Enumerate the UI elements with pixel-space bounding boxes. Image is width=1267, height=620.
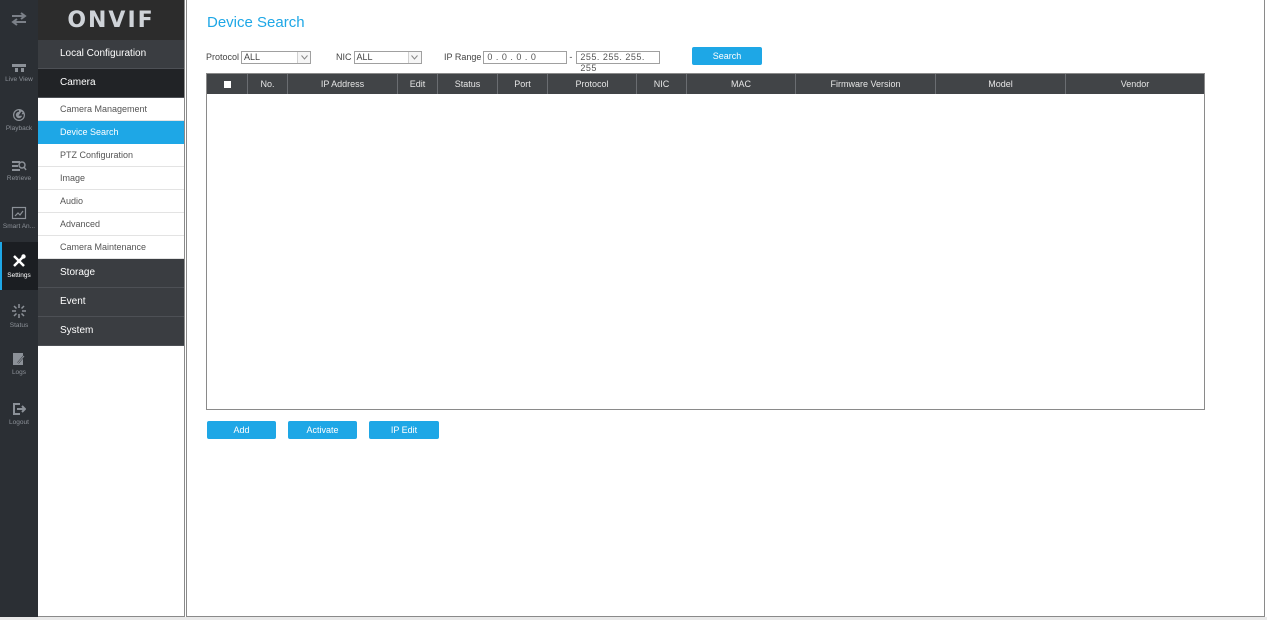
swap-arrows-icon[interactable] — [0, 0, 38, 38]
column-header: IP Address — [288, 74, 398, 94]
rail-item-logs[interactable]: Logs — [0, 340, 38, 388]
rail-item-live-view[interactable]: Live View — [0, 48, 38, 96]
rail-label: Status — [9, 322, 29, 329]
menu-ptz-configuration[interactable]: PTZ Configuration — [38, 144, 184, 167]
menu-camera-management[interactable]: Camera Management — [38, 98, 184, 121]
settings-sidebar: ONVIF Local Configuration Camera Camera … — [38, 0, 185, 617]
select-all-checkbox[interactable] — [207, 74, 248, 94]
column-header: Model — [936, 74, 1066, 94]
rail-item-logout[interactable]: Logout — [0, 390, 38, 438]
ip-edit-button[interactable]: IP Edit — [369, 421, 439, 439]
menu-local-configuration[interactable]: Local Configuration — [38, 40, 184, 69]
logs-icon — [13, 353, 25, 365]
table-body — [207, 94, 1204, 409]
rail-label: Logout — [9, 419, 29, 426]
menu-storage[interactable]: Storage — [38, 259, 184, 288]
playback-icon — [13, 109, 25, 121]
activate-button[interactable]: Activate — [288, 421, 357, 439]
status-spinner-icon — [12, 304, 26, 318]
settings-tools-icon — [13, 254, 26, 267]
protocol-select[interactable]: ALL — [241, 50, 312, 64]
chevron-down-icon — [407, 51, 421, 63]
rail-label: Playback — [5, 125, 33, 132]
add-button[interactable]: Add — [207, 421, 276, 439]
menu-device-search[interactable]: Device Search — [38, 121, 184, 144]
onvif-logo: ONVIF — [67, 7, 155, 33]
ip-range-separator: - — [569, 52, 573, 62]
table-header: No. IP Address Edit Status Port Protocol… — [207, 74, 1204, 94]
menu-camera-maintenance[interactable]: Camera Maintenance — [38, 236, 184, 259]
menu-event[interactable]: Event — [38, 288, 184, 317]
nic-filter: NIC ALL — [336, 50, 422, 64]
column-header: MAC — [687, 74, 796, 94]
column-header: Protocol — [548, 74, 637, 94]
menu-advanced[interactable]: Advanced — [38, 213, 184, 236]
menu-camera[interactable]: Camera — [38, 69, 184, 98]
ip-range-filter: IP Range 0 . 0 . 0 . 0 - 255. 255. 255. … — [444, 50, 661, 73]
ip-start-input[interactable]: 0 . 0 . 0 . 0 — [483, 50, 568, 64]
device-table: No. IP Address Edit Status Port Protocol… — [206, 73, 1205, 410]
menu-system[interactable]: System — [38, 317, 184, 346]
column-header: Firmware Version — [796, 74, 936, 94]
ip-range-label: IP Range — [444, 52, 482, 62]
live-view-icon — [12, 64, 26, 72]
column-header: Vendor — [1120, 79, 1150, 89]
nic-select[interactable]: ALL — [353, 50, 422, 64]
ip-end-input[interactable]: 255. 255. 255. 255 — [576, 50, 661, 73]
nic-label: NIC — [336, 52, 352, 62]
column-header: Status — [438, 74, 498, 94]
rail-item-status[interactable]: Status — [0, 292, 38, 340]
rail-label: Settings — [7, 272, 31, 279]
logo-area: ONVIF — [38, 0, 184, 40]
main-panel: Device Search Protocol ALL NIC ALL IP Ra… — [186, 0, 1265, 617]
protocol-filter: Protocol ALL — [206, 50, 312, 64]
rail-label: Logs — [11, 369, 27, 376]
chevron-down-icon — [297, 51, 311, 63]
checkbox-icon — [223, 81, 231, 89]
column-header: Edit — [398, 74, 438, 94]
search-button[interactable]: Search — [692, 47, 762, 65]
page-title: Device Search — [207, 14, 305, 31]
menu-image[interactable]: Image — [38, 167, 184, 190]
icon-rail: Live View Playback Retrieve Smart An... … — [0, 0, 38, 620]
retrieve-icon — [12, 161, 27, 171]
column-header: NIC — [637, 74, 687, 94]
protocol-label: Protocol — [206, 52, 240, 62]
column-header: No. — [248, 74, 288, 94]
rail-item-settings[interactable]: Settings — [0, 242, 38, 290]
nic-value: ALL — [356, 51, 373, 62]
smart-analytics-icon — [11, 206, 27, 220]
rail-item-playback[interactable]: Playback — [0, 96, 38, 144]
menu-audio[interactable]: Audio — [38, 190, 184, 213]
rail-label: Smart An... — [2, 223, 36, 230]
rail-label: Retrieve — [6, 175, 32, 182]
column-header: Port — [498, 74, 548, 94]
rail-item-smart-analytics[interactable]: Smart An... — [0, 194, 38, 242]
protocol-value: ALL — [244, 51, 261, 62]
rail-item-retrieve[interactable]: Retrieve — [0, 146, 38, 194]
rail-label: Live View — [5, 76, 33, 83]
logout-icon — [13, 403, 26, 415]
